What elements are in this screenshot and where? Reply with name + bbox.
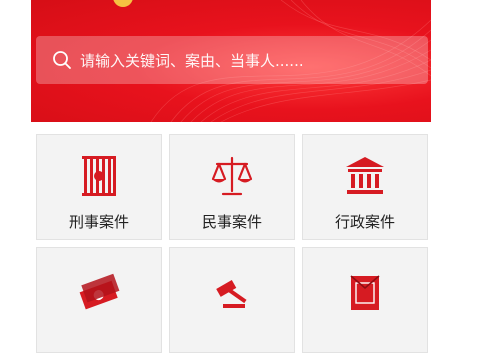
court-emblem-icon <box>113 0 133 7</box>
category-label: 刑事案件 <box>68 213 129 231</box>
red-document-icon <box>350 275 380 310</box>
category-grid: 刑事案件 民事案件 行政案件 <box>36 134 428 353</box>
category-label: 民事案件 <box>201 213 262 231</box>
category-administrative-cases[interactable]: 行政案件 <box>302 134 428 240</box>
category-label: 行政案件 <box>334 213 395 231</box>
scales-icon <box>211 156 253 196</box>
government-building-icon <box>346 157 384 194</box>
search-icon <box>53 51 71 69</box>
prison-bars-icon <box>82 156 116 196</box>
category-civil-cases[interactable]: 民事案件 <box>169 134 295 240</box>
category-criminal-cases[interactable]: 刑事案件 <box>36 134 162 240</box>
category-tile-6[interactable] <box>302 247 428 353</box>
search-placeholder: 请输入关键词、案由、当事人...... <box>80 51 304 70</box>
gavel-icon <box>216 280 247 308</box>
money-bills-icon <box>79 273 120 310</box>
case-search-screen: 请输入关键词、案由、当事人...... 刑事案件 民事案件 行政案件 <box>0 0 480 353</box>
search-input[interactable]: 请输入关键词、案由、当事人...... <box>36 36 428 84</box>
category-tile-4[interactable] <box>36 247 162 353</box>
category-tile-5[interactable] <box>169 247 295 353</box>
